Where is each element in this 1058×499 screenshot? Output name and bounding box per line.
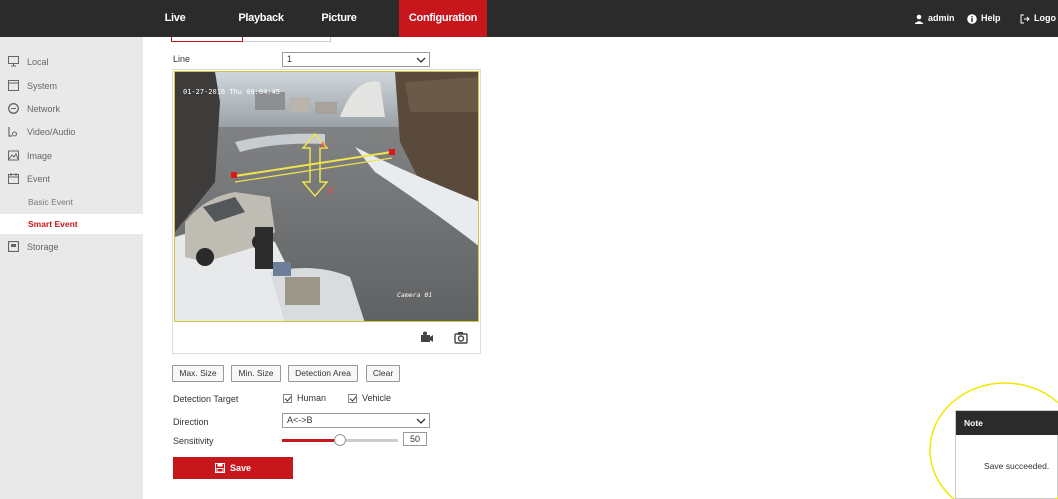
user-menu[interactable]: admin	[914, 0, 955, 37]
checkbox-box[interactable]	[348, 393, 357, 403]
system-icon	[8, 80, 19, 91]
camera-icon[interactable]	[454, 331, 468, 344]
line-label: Line	[173, 54, 191, 64]
sidebar-item-label: System	[27, 81, 58, 91]
video-audio-icon	[8, 127, 17, 137]
logout-icon	[1020, 14, 1030, 23]
sidebar-item-label: Image	[27, 151, 53, 161]
globe-icon	[8, 103, 19, 114]
chevron-down-icon	[416, 57, 426, 63]
nav-configuration[interactable]: Configuration	[399, 0, 487, 37]
username: admin	[928, 13, 955, 23]
tripwire-handle-b	[389, 149, 395, 155]
sidebar-item-system[interactable]: System	[0, 75, 143, 97]
detection-target-label: Detection Target	[173, 394, 239, 404]
sensitivity-slider-thumb[interactable]	[334, 434, 346, 446]
arrow-label-a: A	[320, 141, 326, 150]
calendar-icon	[8, 173, 19, 184]
sidebar-item-label: Storage	[27, 242, 59, 252]
help-link[interactable]: Help	[967, 0, 1001, 37]
sidebar-item-storage[interactable]: Storage	[0, 236, 143, 258]
top-nav-bar: Live View Playback Picture Configuration…	[0, 0, 1058, 61]
sensitivity-input[interactable]: 50	[403, 432, 427, 446]
vehicle-checkbox[interactable]: Vehicle	[348, 393, 391, 403]
info-icon	[967, 13, 977, 24]
osd-timestamp: 01-27-2016 Thu 09:04:45	[183, 88, 280, 96]
help-label: Help	[981, 13, 1001, 23]
sidebar-item-local[interactable]: Local	[0, 51, 143, 73]
sensitivity-slider[interactable]	[282, 434, 398, 446]
sidebar-item-image[interactable]: Image	[0, 145, 143, 167]
min-size-button[interactable]: Min. Size	[231, 365, 281, 382]
sidebar-subitem-basic-event[interactable]: Basic Event	[0, 192, 143, 212]
sidebar-item-label: Network	[27, 104, 61, 114]
detection-area-button[interactable]: Detection Area	[288, 365, 358, 382]
tab-inactive-edge[interactable]	[243, 37, 331, 42]
nav-live-view[interactable]: Live View	[152, 0, 198, 61]
clear-button[interactable]: Clear	[366, 365, 400, 382]
max-size-button[interactable]: Max. Size	[172, 365, 224, 382]
chevron-down-icon	[416, 418, 426, 424]
sidebar-item-label: Video/Audio	[27, 127, 76, 137]
user-icon	[914, 14, 924, 24]
sidebar-item-event[interactable]: Event	[0, 168, 143, 190]
monitor-icon	[8, 56, 19, 67]
nav-playback[interactable]: Playback	[236, 0, 286, 37]
tripwire-handle-a	[231, 172, 237, 178]
arrow-label-b: B	[328, 186, 333, 195]
save-button[interactable]: Save	[173, 457, 293, 479]
note-dialog: Note Save succeeded.	[955, 410, 1058, 499]
note-title: Note	[956, 411, 1058, 435]
sensitivity-label: Sensitivity	[173, 436, 214, 446]
record-icon[interactable]	[420, 331, 434, 344]
sidebar-item-label: Event	[27, 174, 51, 184]
logout-label: Logo	[1034, 13, 1056, 23]
checkbox-box[interactable]	[283, 393, 292, 403]
sidebar-item-network[interactable]: Network	[0, 98, 143, 120]
sensitivity-slider-fill	[282, 439, 340, 442]
save-icon	[214, 463, 225, 473]
line-select-value: 1	[287, 54, 293, 64]
note-message: Save succeeded.	[984, 461, 1050, 471]
human-label: Human	[297, 393, 327, 403]
direction-label: Direction	[173, 417, 209, 427]
direction-select[interactable]: A<->B	[282, 413, 430, 428]
tab-active-edge[interactable]	[171, 37, 243, 42]
sidebar: Local System Network Video/Audio Image E…	[0, 37, 143, 499]
nav-picture[interactable]: Picture	[318, 0, 360, 37]
page: Live View Playback Picture Configuration…	[0, 0, 1058, 499]
video-preview-panel: A B 01-27-2016 Thu 09:04:45 Camera 01	[172, 69, 481, 354]
sidebar-item-video-audio[interactable]: Video/Audio	[0, 121, 143, 143]
sidebar-item-label: Local	[27, 57, 49, 67]
direction-select-value: A<->B	[287, 415, 313, 425]
main-content: Line 1 A B 01-27-2016 Thu 09:04:45 Camer…	[143, 37, 1058, 499]
vehicle-label: Vehicle	[362, 393, 392, 403]
image-icon	[8, 150, 19, 161]
storage-icon	[8, 241, 19, 252]
save-label: Save	[229, 463, 252, 473]
camera-scene: A B 01-27-2016 Thu 09:04:45 Camera 01	[175, 72, 478, 321]
osd-camera-name: Camera 01	[397, 291, 432, 299]
line-select[interactable]: 1	[282, 52, 430, 67]
logout-link[interactable]: Logo	[1020, 0, 1056, 37]
video-canvas[interactable]: A B 01-27-2016 Thu 09:04:45 Camera 01	[174, 71, 479, 322]
human-checkbox[interactable]: Human	[283, 393, 326, 403]
sidebar-subitem-smart-event[interactable]: Smart Event	[0, 214, 143, 234]
